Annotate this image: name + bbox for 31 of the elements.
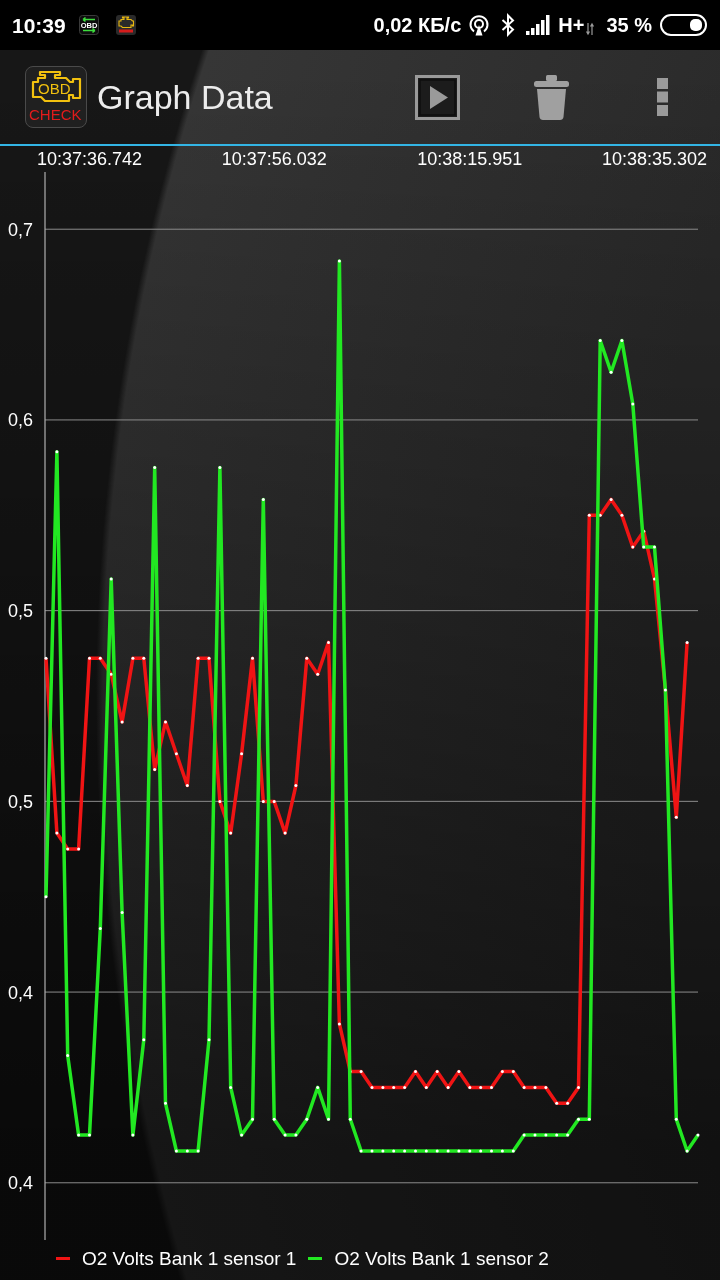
y-axis-label: 0,6 (8, 410, 34, 431)
battery-percent: 35 % (606, 15, 652, 35)
battery-icon (660, 14, 707, 36)
play-icon (415, 74, 460, 120)
signal-bars-icon (525, 14, 552, 36)
app-title: Graph Data (97, 80, 273, 114)
y-axis-label: 0,5 (8, 601, 34, 622)
data-arrows-icon (586, 22, 595, 36)
logo-text: OBD (38, 81, 71, 96)
bluetooth-icon (501, 13, 516, 37)
y-axis-label: 0,4 (8, 1173, 34, 1194)
trash-icon (533, 73, 570, 121)
network-speed: 0,02 КБ/с (373, 15, 462, 35)
logo-text: CHECK (29, 107, 82, 122)
play-button[interactable] (415, 74, 460, 120)
y-axis-label: 0,7 (8, 219, 34, 240)
hotspot-icon (468, 14, 491, 36)
overflow-menu-icon (657, 78, 668, 116)
y-axis-label: 0,5 (8, 791, 34, 812)
delete-button[interactable] (533, 73, 570, 121)
x-axis-label: 10:38:15.951 (417, 148, 523, 169)
more-options-button[interactable] (657, 78, 668, 116)
engine-notification-icon (115, 15, 136, 35)
x-axis-label: 10:37:56.032 (221, 148, 327, 169)
legend-label: O2 Volts Bank 1 sensor 1 (82, 1248, 297, 1268)
x-axis-label: 10:38:35.302 (602, 148, 708, 169)
legend-label: O2 Volts Bank 1 sensor 2 (334, 1248, 549, 1268)
status-time: 10:39 (12, 14, 66, 36)
y-axis-label: 0,4 (8, 982, 34, 1003)
x-axis-label: 10:37:36.742 (36, 148, 142, 169)
network-type: H+ (558, 15, 585, 35)
